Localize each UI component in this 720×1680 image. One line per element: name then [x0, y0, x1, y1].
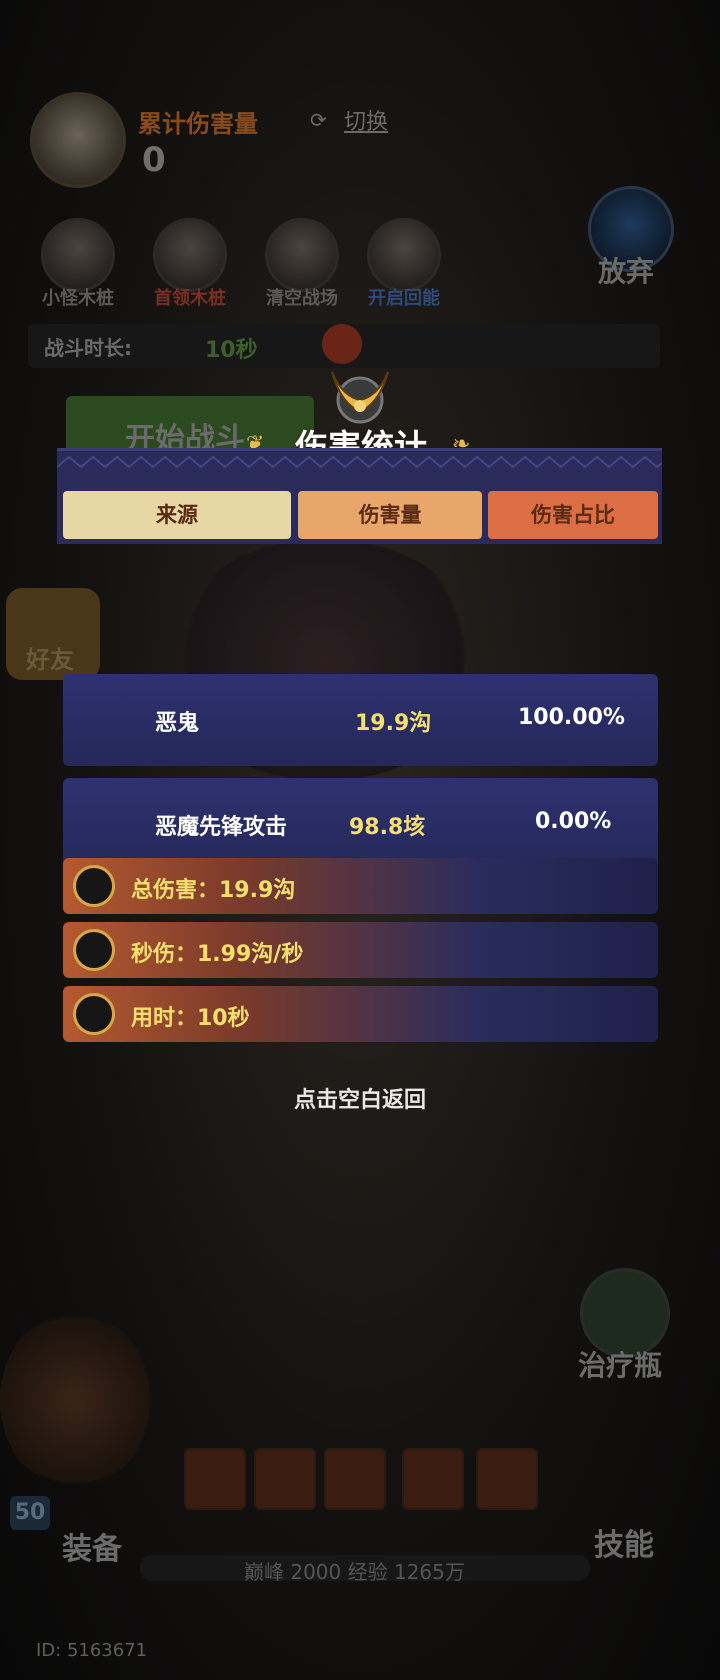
close-hint[interactable]: 点击空白返回 [0, 1082, 720, 1114]
tool-clear-field[interactable]: 清空战场 [260, 218, 344, 310]
winged-helmet-emblem-icon [331, 371, 389, 424]
row-percent: 100.00% [518, 705, 625, 730]
total-damage-text: 总伤害：19.9沟 [131, 878, 296, 903]
damage-row: 恶魔先锋攻击 98.8垓 0.00% [63, 778, 658, 870]
skill-slot[interactable] [402, 1448, 464, 1510]
energy-regen-icon [367, 218, 441, 292]
column-header-percent[interactable]: 伤害占比 [488, 491, 658, 539]
row-percent: 0.00% [535, 809, 612, 834]
player-id: ID: 5163671 [36, 1640, 148, 1661]
skill-slot[interactable] [476, 1448, 538, 1510]
duration-label: 战斗时长: [44, 336, 132, 360]
damage-row: 恶鬼 19.9沟 100.00% [63, 674, 658, 766]
damage-stats-header: 来源 伤害量 伤害占比 [57, 448, 662, 544]
boss-dummy-icon [153, 218, 227, 292]
skill-slot[interactable] [184, 1448, 246, 1510]
player-avatar [30, 92, 126, 188]
equip-button[interactable]: 装备 [62, 1524, 122, 1568]
give-up-button[interactable]: 放弃 [598, 250, 654, 290]
hero-sprite [0, 1310, 150, 1490]
friend-label: 好友 [26, 646, 74, 674]
total-damage-stat: 总伤害：19.9沟 [63, 858, 658, 914]
cumulative-damage-value: 0 [142, 140, 166, 180]
refresh-icon: ⟳ [310, 108, 327, 132]
tool-label: 开启回能 [368, 288, 440, 309]
potion-label: 治疗瓶 [578, 1349, 663, 1382]
demon-mask-icon [73, 865, 115, 907]
zigzag-border [57, 455, 662, 469]
row-source: 恶鬼 [155, 711, 200, 736]
skill-slot[interactable] [254, 1448, 316, 1510]
chevron-down-icon[interactable] [322, 324, 362, 364]
skill-button[interactable]: 技能 [594, 1520, 654, 1564]
row-damage: 98.8垓 [349, 815, 426, 840]
dummy-icon [41, 218, 115, 292]
row-source: 恶魔先锋攻击 [155, 815, 288, 840]
hourglass-icon [73, 993, 115, 1035]
tool-label: 小怪木桩 [42, 288, 114, 309]
tool-minion-dummy[interactable]: 小怪木桩 [36, 218, 120, 310]
dps-stat: 秒伤：1.99沟/秒 [63, 922, 658, 978]
duration-value: 10秒 [205, 338, 258, 363]
skill-slot[interactable] [324, 1448, 386, 1510]
tool-energy-regen[interactable]: 开启回能 [362, 218, 446, 310]
demon-mask-icon [73, 929, 115, 971]
column-header-damage[interactable]: 伤害量 [298, 491, 482, 539]
switch-button[interactable]: 切换 [344, 104, 388, 136]
clear-field-icon [265, 218, 339, 292]
time-stat: 用时：10秒 [63, 986, 658, 1042]
row-damage: 19.9沟 [355, 711, 432, 736]
tool-label: 首领木桩 [154, 288, 226, 309]
time-text: 用时：10秒 [131, 1006, 250, 1031]
column-header-source[interactable]: 来源 [63, 491, 291, 539]
xp-text: 巅峰 2000 经验 1265万 [244, 1560, 465, 1584]
dps-text: 秒伤：1.99沟/秒 [131, 942, 304, 967]
level-badge: 50 [10, 1496, 50, 1530]
cumulative-damage-label: 累计伤害量 [138, 110, 258, 138]
tool-boss-dummy[interactable]: 首领木桩 [148, 218, 232, 310]
tool-label: 清空战场 [266, 288, 338, 309]
